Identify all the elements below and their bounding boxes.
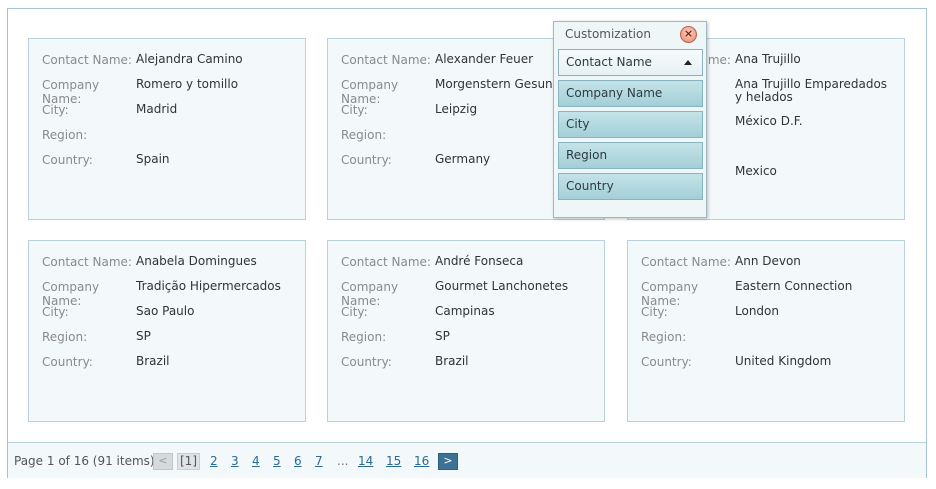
region-label: Region:: [42, 330, 88, 344]
country-label: Country:: [341, 355, 392, 369]
city-label: City:: [42, 305, 69, 319]
field-city[interactable]: City: [558, 111, 703, 138]
city-value: Sao Paulo: [136, 304, 195, 318]
company-name-label: Company Name:: [641, 280, 699, 308]
region-value: SP: [435, 329, 450, 343]
prev-page-button[interactable]: <: [153, 453, 173, 470]
region-label: Region:: [641, 330, 687, 344]
sort-ascending-icon: [684, 60, 692, 65]
contact-name-label: Contact Name:: [42, 53, 132, 67]
city-label: City:: [641, 305, 668, 319]
page-link-3[interactable]: 3: [231, 454, 239, 468]
company-name-value: Ana Trujillo Emparedados y helados: [735, 77, 888, 104]
card-view: Contact Name: Alejandra Camino Company Na…: [7, 8, 927, 478]
city-label: City:: [42, 103, 69, 117]
field-company-name[interactable]: Company Name: [558, 80, 703, 107]
close-icon[interactable]: ×: [680, 26, 697, 43]
contact-name-value: Ana Trujillo: [735, 52, 801, 66]
page-link-15[interactable]: 15: [386, 454, 401, 468]
company-name-label: Company Name:: [42, 78, 100, 106]
contact-name-value: Alejandra Camino: [136, 52, 243, 66]
region-label: Region:: [341, 330, 387, 344]
card-anabela-domingues[interactable]: Contact Name: Anabela Domingues Company N…: [28, 240, 306, 422]
company-name-label: Company Name:: [341, 78, 399, 106]
contact-name-value: Anabela Domingues: [136, 254, 257, 268]
chevron-left-icon: <: [158, 454, 168, 467]
field-label: Company Name: [566, 86, 663, 100]
page-link-5[interactable]: 5: [273, 454, 281, 468]
company-name-label: Company Name:: [42, 280, 100, 308]
country-label: Country:: [341, 153, 392, 167]
field-region[interactable]: Region: [558, 142, 703, 169]
current-page: [1]: [177, 453, 200, 470]
contact-name-label: Contact Name:: [641, 255, 731, 269]
field-contact-name[interactable]: Contact Name: [558, 49, 703, 76]
field-country[interactable]: Country: [558, 173, 703, 200]
city-label: City:: [341, 305, 368, 319]
field-label: City: [566, 117, 590, 131]
country-value: Brazil: [435, 354, 469, 368]
pager: Page 1 of 16 (91 items) < [1] 2 3 4 5 6 …: [8, 442, 926, 478]
card-ann-devon[interactable]: Contact Name: Ann Devon Company Name: East…: [627, 240, 905, 422]
contact-name-value: André Fonseca: [435, 254, 524, 268]
company-name-label: Company Name:: [341, 280, 399, 308]
page-link-7[interactable]: 7: [315, 454, 323, 468]
next-page-button[interactable]: >: [438, 453, 458, 470]
city-value: Madrid: [136, 102, 178, 116]
contact-name-label: Contact Name:: [42, 255, 132, 269]
country-value: United Kingdom: [735, 354, 832, 368]
country-label: Country:: [42, 355, 93, 369]
city-value: London: [735, 304, 779, 318]
country-value: Brazil: [136, 354, 170, 368]
country-value: Spain: [136, 152, 170, 166]
city-value: Campinas: [435, 304, 495, 318]
region-label: Region:: [42, 128, 88, 142]
region-value: SP: [136, 329, 151, 343]
card-andre-fonseca[interactable]: Contact Name: André Fonseca Company Name:…: [327, 240, 605, 422]
customization-title: Customization: [565, 27, 651, 41]
field-label: Region: [566, 148, 608, 162]
country-label: Country:: [42, 153, 93, 167]
city-value: México D.F.: [735, 114, 803, 128]
page-link-16[interactable]: 16: [414, 454, 429, 468]
page-link-4[interactable]: 4: [252, 454, 260, 468]
page-ellipsis: ...: [337, 454, 349, 468]
country-label: Country:: [641, 355, 692, 369]
region-value: [735, 330, 896, 344]
contact-name-value: Ann Devon: [735, 254, 801, 268]
region-label: Region:: [341, 128, 387, 142]
field-label: Contact Name: [566, 55, 652, 69]
city-label: City:: [341, 103, 368, 117]
page-link-6[interactable]: 6: [294, 454, 302, 468]
country-value: Mexico: [735, 164, 777, 178]
card-alejandra-camino[interactable]: Contact Name: Alejandra Camino Company Na…: [28, 38, 306, 220]
pager-summary: Page 1 of 16 (91 items): [14, 454, 155, 468]
contact-name-label: Contact Name:: [341, 255, 431, 269]
page-link-2[interactable]: 2: [210, 454, 218, 468]
page-link-14[interactable]: 14: [358, 454, 373, 468]
chevron-right-icon: >: [443, 454, 453, 467]
contact-name-label: Contact Name:: [341, 53, 431, 67]
region-value: [136, 128, 297, 142]
field-label: Country: [566, 179, 614, 193]
region-value: [735, 140, 896, 154]
customization-window: Customization × Contact Name Company Nam…: [553, 21, 707, 218]
